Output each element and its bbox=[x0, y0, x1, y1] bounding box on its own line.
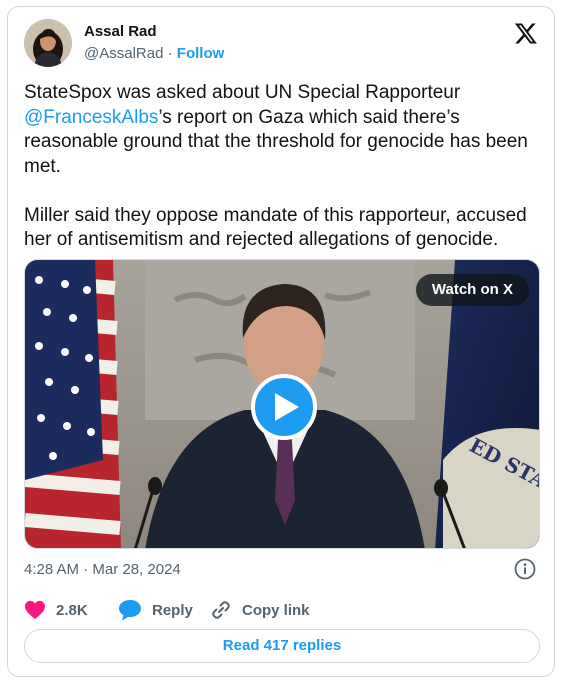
author-name[interactable]: Assal Rad bbox=[84, 23, 157, 40]
read-replies-button[interactable]: Read 417 replies bbox=[24, 629, 540, 663]
watch-on-x-button[interactable]: Watch on X bbox=[415, 274, 529, 306]
tweet-text: StateSpox was asked about UN Special Rap… bbox=[24, 81, 544, 253]
play-button[interactable] bbox=[251, 374, 317, 440]
x-logo-icon[interactable] bbox=[514, 21, 538, 45]
like-count: 2.8K bbox=[56, 601, 88, 619]
copy-link-button[interactable]: Copy link bbox=[210, 595, 310, 625]
tweet-card: Assal Rad @AssalRad · Follow StateSpox w… bbox=[7, 6, 555, 677]
tweet-text-part-1: StateSpox was asked about UN Special Rap… bbox=[24, 82, 461, 103]
link-icon bbox=[212, 601, 230, 619]
follow-button[interactable]: Follow bbox=[177, 45, 225, 62]
meta-separator: · bbox=[163, 45, 177, 62]
timestamp[interactable]: 4:28 AM · Mar 28, 2024 bbox=[24, 561, 181, 578]
reply-label: Reply bbox=[152, 601, 193, 619]
info-icon[interactable] bbox=[514, 558, 536, 580]
copy-link-label: Copy link bbox=[242, 601, 310, 619]
author-meta: @AssalRad · Follow bbox=[84, 45, 224, 62]
avatar-image bbox=[24, 19, 72, 67]
play-icon bbox=[275, 393, 299, 421]
avatar[interactable] bbox=[24, 19, 72, 67]
video-thumbnail[interactable]: ED STATES Watch on X bbox=[24, 259, 540, 549]
heart-icon bbox=[25, 600, 45, 620]
reply-button[interactable]: Reply bbox=[118, 595, 193, 625]
like-button[interactable]: 2.8K bbox=[24, 595, 88, 625]
author-handle[interactable]: @AssalRad bbox=[84, 45, 163, 62]
reply-bubble-icon bbox=[119, 600, 141, 621]
tweet-text-part-2: ’s report on Gaza which said there’s rea… bbox=[24, 106, 528, 251]
mention-link[interactable]: @FranceskAlbs bbox=[24, 107, 158, 128]
